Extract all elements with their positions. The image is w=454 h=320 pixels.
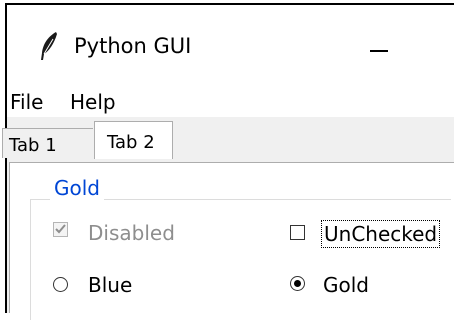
unchecked-checkbox[interactable]	[290, 225, 305, 240]
disabled-checkbox-label: Disabled	[88, 221, 175, 245]
disabled-checkbox[interactable]	[53, 222, 68, 237]
radio-gold-label[interactable]: Gold	[323, 273, 369, 297]
tab-2[interactable]: Tab 2	[94, 121, 173, 159]
feather-icon	[41, 32, 57, 60]
radio-selected-dot	[294, 280, 301, 287]
window-title: Python GUI	[74, 34, 192, 58]
checkmark-icon	[55, 224, 66, 234]
tab-1[interactable]: Tab 1	[2, 128, 93, 158]
radio-gold[interactable]	[290, 276, 305, 291]
unchecked-checkbox-label[interactable]: UnChecked	[320, 220, 441, 248]
tab-1-label: Tab 1	[9, 135, 57, 156]
menu-help[interactable]: Help	[70, 90, 116, 114]
minimize-button[interactable]	[370, 50, 388, 52]
menu-file[interactable]: File	[10, 90, 43, 114]
group-box-gold	[30, 199, 451, 320]
group-title: Gold	[50, 176, 104, 200]
radio-blue-label[interactable]: Blue	[88, 273, 132, 297]
tab-2-label: Tab 2	[107, 132, 155, 153]
radio-blue[interactable]	[53, 277, 68, 292]
